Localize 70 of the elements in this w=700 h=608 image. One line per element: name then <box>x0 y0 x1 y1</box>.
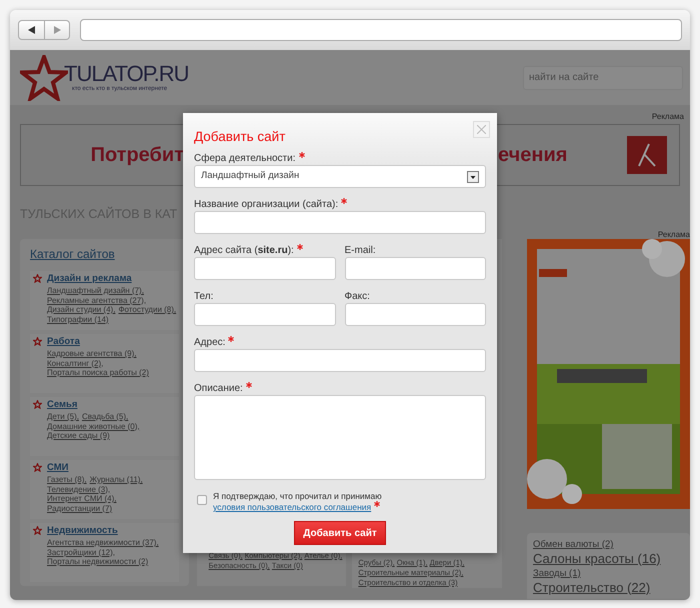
input-field[interactable] <box>194 303 336 326</box>
forward-arrow-icon <box>54 26 60 34</box>
tag-link[interactable]: Салоны красоты (16) <box>533 550 661 566</box>
ad-label: Реклама <box>658 231 690 239</box>
back-arrow-icon <box>28 26 35 34</box>
star-icon <box>33 274 42 283</box>
back-button[interactable] <box>18 20 45 40</box>
subcategory-link[interactable]: Порталы недвижимости (2) <box>47 557 148 566</box>
category-link[interactable]: Дизайн и реклама <box>47 273 177 284</box>
subcategory-link[interactable]: Типографии (14) <box>47 314 109 324</box>
input-field[interactable] <box>344 303 486 326</box>
tag-link[interactable]: Строительство (22) <box>533 580 650 594</box>
input-field[interactable] <box>194 211 486 234</box>
field-label: Название организации (сайта): <box>194 199 338 210</box>
subcategory-link[interactable]: Застройщики (12), <box>47 548 116 557</box>
subcategory-link[interactable]: Рекламные агентства (27), <box>47 296 146 305</box>
category-link[interactable]: Семья <box>47 399 177 410</box>
address-bar[interactable] <box>80 19 682 41</box>
subcategory-link[interactable]: Консалтинг (2), <box>47 358 104 368</box>
input-field[interactable] <box>194 257 336 280</box>
dialog-title: Добавить сайт <box>194 129 286 145</box>
agreement-checkbox[interactable] <box>197 495 207 505</box>
close-icon <box>477 125 486 134</box>
subcategory-link[interactable]: Дети (5), <box>47 412 79 422</box>
field-label: Адрес сайта (site.ru): <box>194 245 294 256</box>
subcategory-link[interactable]: Свадьба (5), <box>82 412 128 422</box>
star-icon <box>33 463 42 472</box>
field-label: E-mail: <box>344 245 376 256</box>
description-field[interactable] <box>194 395 486 480</box>
search-field[interactable]: найти на сайте <box>523 66 683 90</box>
activity-select[interactable]: Ландшафтный дизайн <box>194 165 486 188</box>
site-logo[interactable]: TULATOP.RU <box>64 62 188 86</box>
banner-text: ечения <box>498 143 568 168</box>
subcategory-link[interactable]: Дизайн студии (4), <box>47 305 116 314</box>
banner-text: Потребит <box>90 143 184 168</box>
subcategory-link[interactable]: Порталы поиска работы (2) <box>47 368 149 378</box>
subcategory-link[interactable]: Радиостанции (7) <box>47 504 112 513</box>
submit-button[interactable]: Добавить сайт <box>294 521 386 545</box>
subcategory-link[interactable]: Интернет СМИ (4), <box>47 494 116 504</box>
subcategory-link[interactable]: Кадровые агентства (9), <box>47 349 136 358</box>
star-icon <box>33 400 42 409</box>
category-link[interactable]: Работа <box>47 336 177 347</box>
ad-label: Реклама <box>652 111 684 123</box>
subcategory-link[interactable]: Газеты (8), <box>47 475 87 484</box>
star-icon <box>33 337 42 346</box>
tag-link[interactable]: Обмен валюты (2) <box>533 539 614 550</box>
subcategory-link[interactable]: Фотостудии (8), <box>118 305 176 314</box>
subcategory-link[interactable]: Детские сады (9) <box>47 431 110 440</box>
subcategory-link[interactable]: Журналы (11), <box>90 475 143 484</box>
catalog-link[interactable]: Каталог сайтов <box>30 247 179 262</box>
star-icon <box>33 526 42 535</box>
category-link[interactable]: СМИ <box>47 462 177 473</box>
select-value: Ландшафтный дизайн <box>201 169 300 184</box>
field-label: Сфера деятельности: <box>194 153 296 164</box>
category-link[interactable]: Недвижимость <box>47 525 177 536</box>
agreement-text: Я подтверждаю, что прочитал и принимаю условия пользовательского соглашения <box>213 491 383 513</box>
terms-link[interactable]: условия пользовательского соглашения <box>213 502 372 512</box>
subcategory-link[interactable]: Агентства недвижимости (37), <box>47 538 159 548</box>
subcategory-link[interactable]: Домашние животные (0), <box>47 422 140 431</box>
input-field[interactable] <box>194 349 486 372</box>
bank-logo-icon <box>627 136 667 174</box>
field-label: Описание: <box>194 383 243 394</box>
field-label: Адрес: <box>194 337 226 348</box>
subcategory-link[interactable]: Телевидение (3), <box>47 484 110 494</box>
tag-link[interactable]: Заводы (1) <box>533 568 581 579</box>
close-button[interactable] <box>473 121 490 138</box>
field-label: Факс: <box>344 291 370 302</box>
subcategory-link[interactable]: Ландшафтный дизайн (7), <box>47 286 144 296</box>
field-label: Тел: <box>194 291 214 302</box>
input-field[interactable] <box>344 257 486 280</box>
